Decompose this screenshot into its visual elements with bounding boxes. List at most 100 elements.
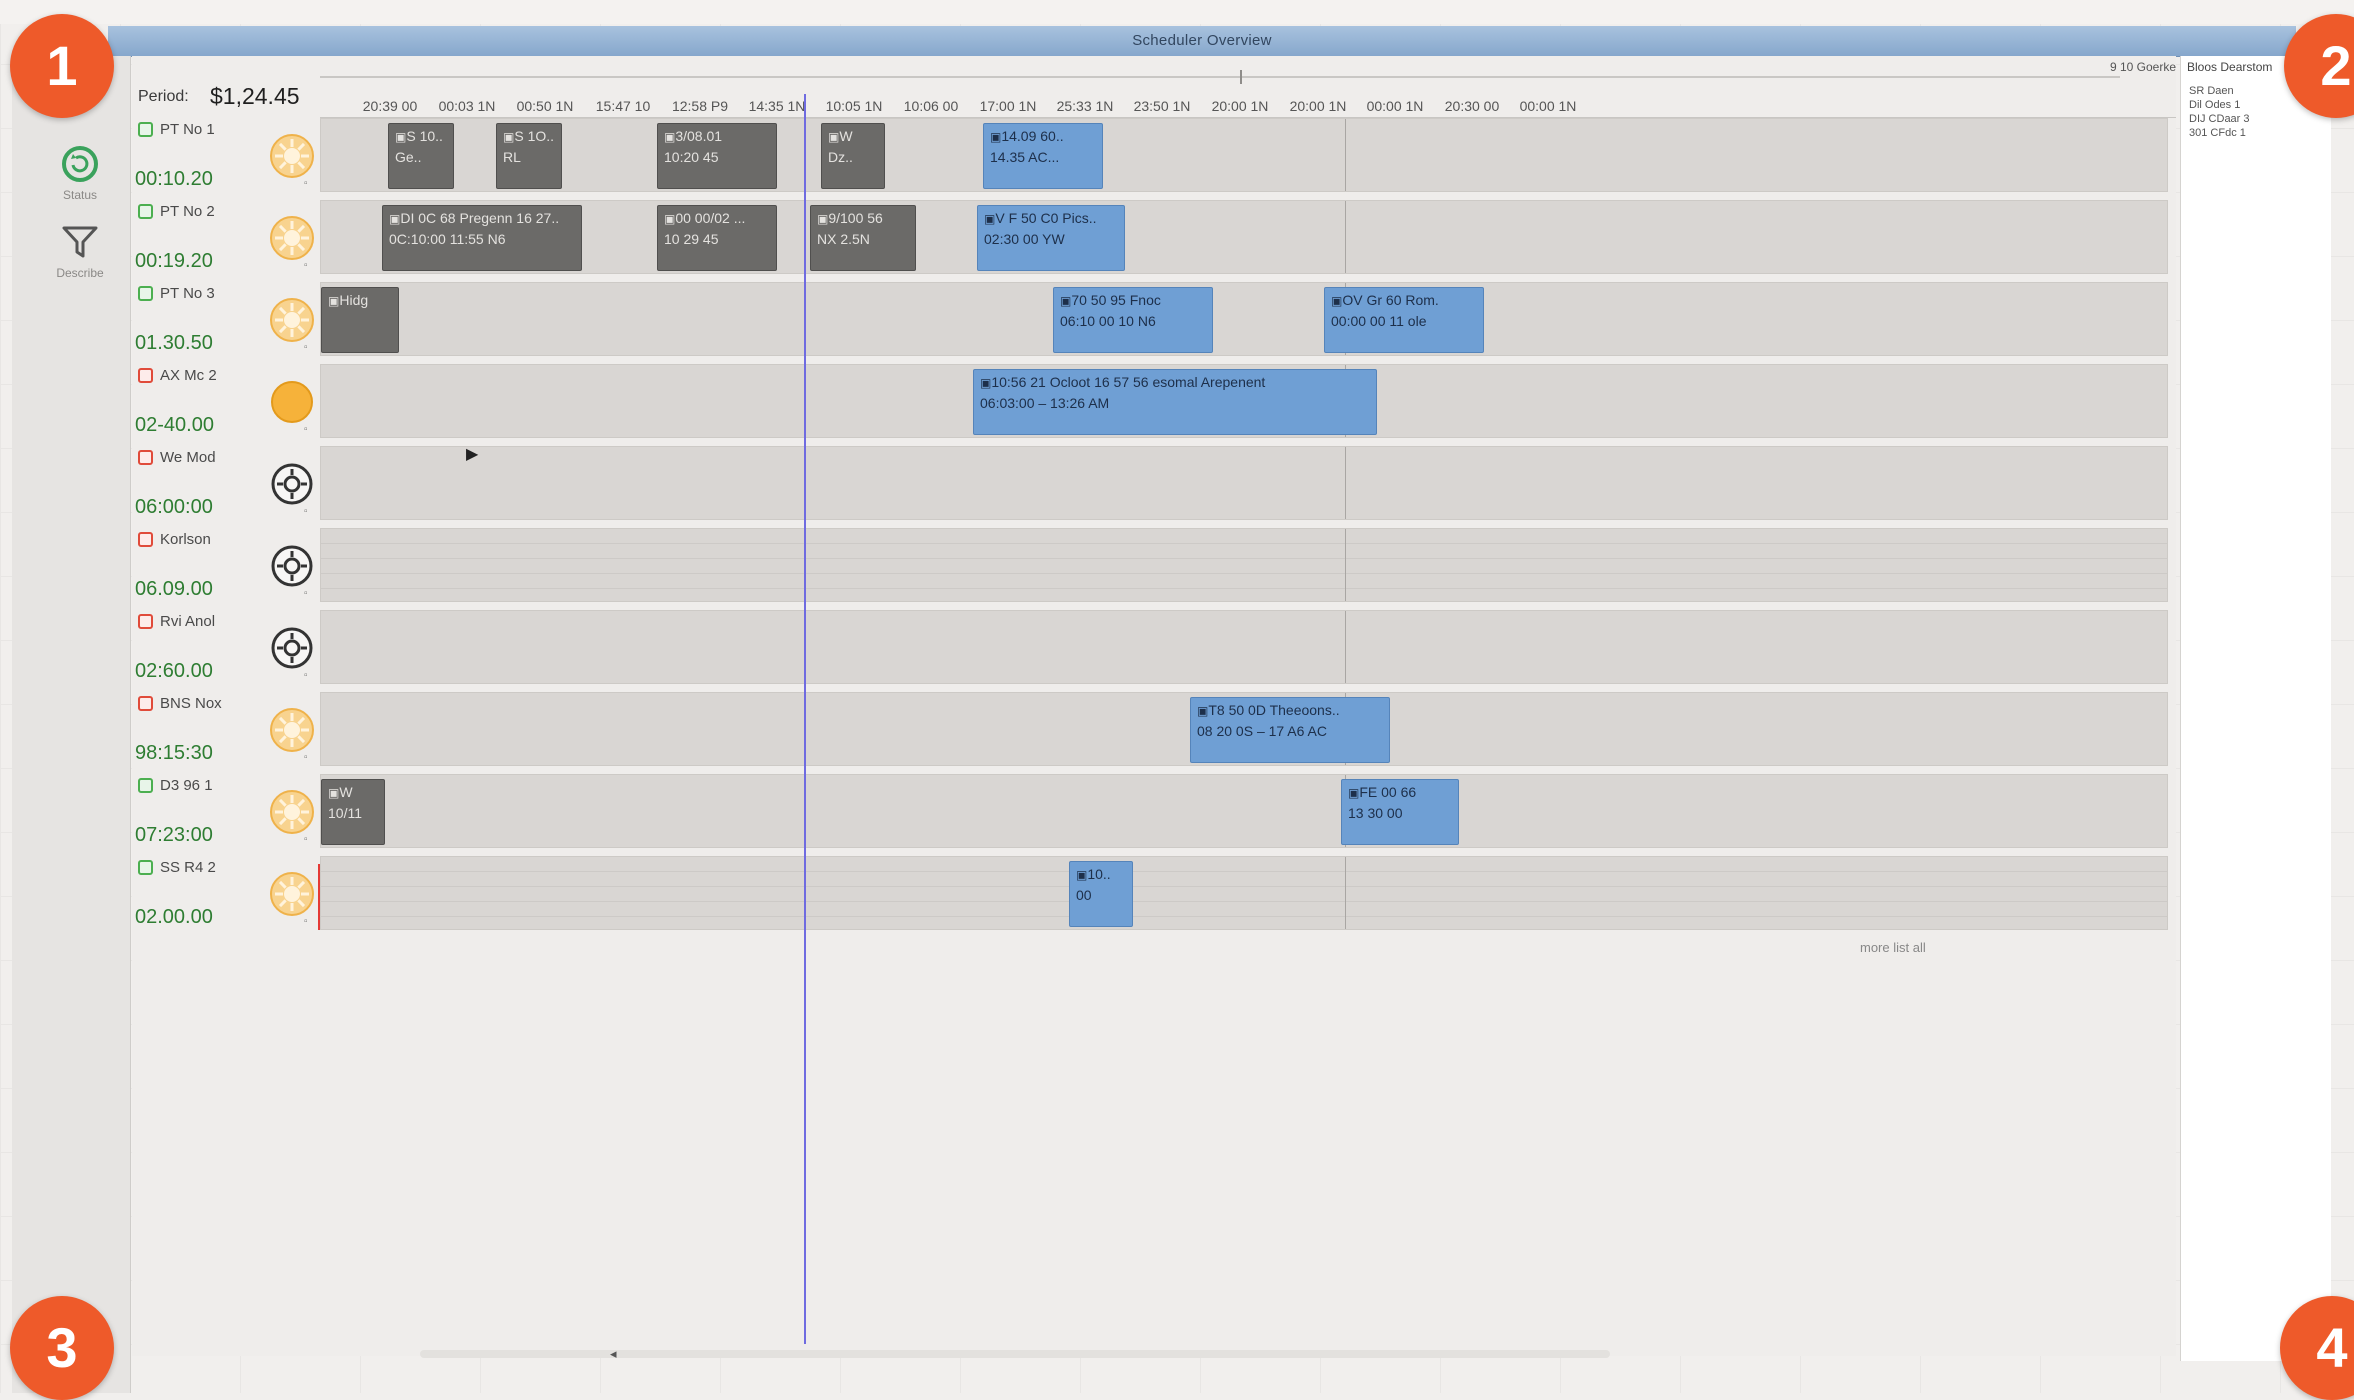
funnel-icon [62, 226, 98, 258]
row-status-checkbox[interactable] [138, 286, 153, 301]
row-track[interactable] [320, 610, 2168, 684]
resource-row[interactable]: BNS Nox 98:15:30 ▫ T8 50 0D Theeoons.. 08 20… [132, 692, 2168, 770]
row-status-checkbox[interactable] [138, 532, 153, 547]
row-track[interactable]: S 10.. Ge.. S 1O.. RL 3/08.01 10:20 45 W Dz.. 14… [320, 118, 2168, 192]
row-track[interactable]: 10.. 00 [320, 856, 2168, 930]
status-tool[interactable]: Status [32, 144, 128, 202]
row-track[interactable] [320, 528, 2168, 602]
schedule-block[interactable]: S 1O.. RL [496, 123, 562, 189]
schedule-block[interactable]: W 10/11 [321, 779, 385, 845]
row-expand-icon[interactable]: ▫ [304, 588, 308, 599]
scroll-left-icon[interactable]: ◂ [610, 1346, 617, 1362]
row-status-checkbox[interactable] [138, 614, 153, 629]
row-duration: 06:00:00 [135, 496, 213, 518]
schedule-block[interactable]: S 10.. Ge.. [388, 123, 454, 189]
block-time: 00:00 00 11 ole [1331, 313, 1427, 329]
time-scrubber[interactable] [320, 76, 2120, 78]
row-duration: 02:60.00 [135, 660, 213, 682]
zoom-readout[interactable]: 9 10 Goerke [2110, 60, 2176, 74]
resource-row[interactable]: PT No 1 00:10.20 ▫ S 10.. Ge.. S 1O.. RL 3/08.0… [132, 118, 2168, 196]
resource-row[interactable]: We Mod 06:00:00 ▫ [132, 446, 2168, 524]
sidebar-item[interactable]: Dil Odes 1 [2189, 98, 2250, 112]
sidebar-item[interactable]: SR Daen [2189, 84, 2250, 98]
schedule-block[interactable]: T8 50 0D Theeoons.. 08 20 0S – 17 A6 AC [1190, 697, 1390, 763]
row-expand-icon[interactable]: ▫ [304, 916, 308, 927]
row-duration: 06.09.00 [135, 578, 213, 600]
schedule-block[interactable]: 10:56 21 Ocloot 16 57 56 esomal Arepenen… [973, 369, 1377, 435]
gear-wheel-icon[interactable] [268, 542, 316, 590]
schedule-block[interactable]: DI 0C 68 Pregenn 16 27.. 0C:10:00 11:55 N… [382, 205, 582, 271]
resource-row[interactable]: Korlson 06.09.00 ▫ [132, 528, 2168, 606]
sun-icon[interactable] [268, 788, 316, 836]
block-time: 13 30 00 [1348, 805, 1403, 821]
describe-tool[interactable]: Describe [32, 222, 128, 280]
row-expand-icon[interactable]: ▫ [304, 260, 308, 271]
row-track[interactable] [320, 446, 2168, 520]
resource-row[interactable]: PT No 2 00:19.20 ▫ DI 0C 68 Pregenn 16 27..… [132, 200, 2168, 278]
footer-note[interactable]: more list all [1860, 940, 1926, 955]
block-title: 10:56 21 Ocloot 16 57 56 esomal Arepenen… [980, 372, 1370, 393]
schedule-block[interactable]: W Dz.. [821, 123, 885, 189]
schedule-block[interactable]: 70 50 95 Fnoc 06:10 00 10 N6 [1053, 287, 1213, 353]
row-status-checkbox[interactable] [138, 860, 153, 875]
row-expand-icon[interactable]: ▫ [304, 834, 308, 845]
schedule-block[interactable]: 10.. 00 [1069, 861, 1133, 927]
grid-line [1345, 119, 1346, 191]
gear-wheel-icon[interactable] [268, 460, 316, 508]
row-duration: 00:10.20 [135, 168, 213, 190]
resource-row[interactable]: Rvi Anol 02:60.00 ▫ [132, 610, 2168, 688]
row-track[interactable]: Hidg 70 50 95 Fnoc 06:10 00 10 N6 OV Gr 60 … [320, 282, 2168, 356]
schedule-block[interactable]: 14.09 60.. 14.35 AC... [983, 123, 1103, 189]
row-status-checkbox[interactable] [138, 122, 153, 137]
row-expand-icon[interactable]: ▫ [304, 424, 308, 435]
sun-icon[interactable] [268, 296, 316, 344]
sun-icon[interactable] [268, 870, 316, 918]
schedule-block[interactable]: 9/100 56 NX 2.5N [810, 205, 916, 271]
timeline-header: Period: $1,24.45 9 10 Goerke 20:39 00 00:… [132, 56, 2176, 118]
resource-row[interactable]: SS R4 2 02.00.00 ▫ 10.. 00 [132, 856, 2168, 934]
row-expand-icon[interactable]: ▫ [304, 752, 308, 763]
sun-filled-icon[interactable] [268, 378, 316, 426]
resource-row[interactable]: AX Mc 2 02-40.00 ▫ 10:56 21 Ocloot 16 57 56… [132, 364, 2168, 442]
schedule-block[interactable]: 3/08.01 10:20 45 [657, 123, 777, 189]
row-expand-icon[interactable]: ▫ [304, 670, 308, 681]
row-status-checkbox[interactable] [138, 204, 153, 219]
row-track[interactable]: DI 0C 68 Pregenn 16 27.. 0C:10:00 11:55 N… [320, 200, 2168, 274]
gear-wheel-icon[interactable] [268, 624, 316, 672]
row-duration: 00:19.20 [135, 250, 213, 272]
block-time: Dz.. [828, 149, 853, 165]
row-status-checkbox[interactable] [138, 368, 153, 383]
schedule-block[interactable]: V F 50 C0 Pics.. 02:30 00 YW [977, 205, 1125, 271]
resource-row[interactable]: D3 96 1 07:23:00 ▫ W 10/11 FE 00 66 13 30 00 [132, 774, 2168, 852]
sun-icon[interactable] [268, 706, 316, 754]
block-time: 00 [1076, 887, 1092, 903]
schedule-block[interactable]: Hidg [321, 287, 399, 353]
row-status-checkbox[interactable] [138, 450, 153, 465]
row-name: We Mod [160, 449, 216, 466]
window-titlebar[interactable]: Scheduler Overview [108, 26, 2296, 57]
row-expand-icon[interactable]: ▫ [304, 506, 308, 517]
block-title: S 10.. [395, 126, 447, 147]
row-track[interactable]: 10:56 21 Ocloot 16 57 56 esomal Arepenen… [320, 364, 2168, 438]
row-expand-icon[interactable]: ▫ [304, 342, 308, 353]
sun-icon[interactable] [268, 214, 316, 262]
row-expand-icon[interactable]: ▫ [304, 178, 308, 189]
sidebar-item[interactable]: 301 CFdc 1 [2189, 126, 2250, 140]
scrubber-handle[interactable] [1240, 70, 1242, 84]
row-status-checkbox[interactable] [138, 696, 153, 711]
block-title: OV Gr 60 Rom. [1331, 290, 1477, 311]
sun-icon[interactable] [268, 132, 316, 180]
horizontal-scrollbar[interactable] [420, 1350, 1610, 1358]
block-time: 0C:10:00 11:55 N6 [389, 231, 506, 247]
row-status-checkbox[interactable] [138, 778, 153, 793]
sidebar-item[interactable]: DIJ CDaar 3 [2189, 112, 2250, 126]
schedule-block[interactable]: FE 00 66 13 30 00 [1341, 779, 1459, 845]
schedule-block[interactable]: 00 00/02 ... 10 29 45 [657, 205, 777, 271]
schedule-block[interactable]: OV Gr 60 Rom. 00:00 00 11 ole [1324, 287, 1484, 353]
resource-row[interactable]: PT No 3 01.30.50 ▫ Hidg 70 50 95 Fnoc 06:10 0… [132, 282, 2168, 360]
row-label: Korlson 06.09.00 ▫ [132, 528, 318, 606]
block-title: W [328, 782, 378, 803]
current-time-playhead[interactable] [804, 94, 806, 1344]
row-track[interactable]: T8 50 0D Theeoons.. 08 20 0S – 17 A6 AC [320, 692, 2168, 766]
row-track[interactable]: W 10/11 FE 00 66 13 30 00 [320, 774, 2168, 848]
